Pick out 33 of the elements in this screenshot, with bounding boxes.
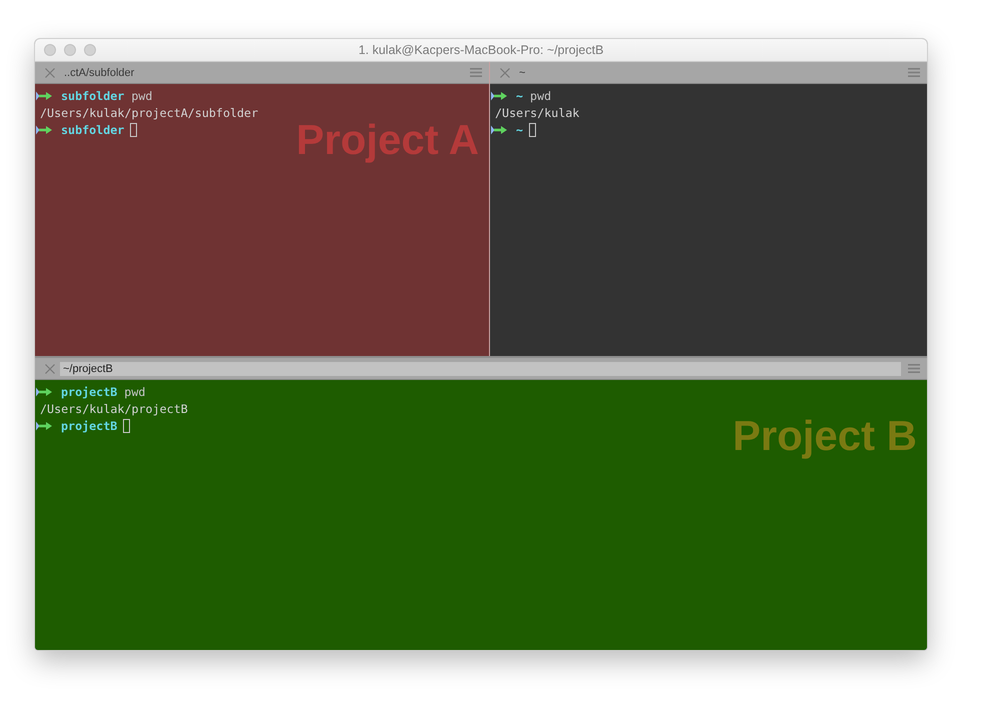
command-text: pwd bbox=[131, 88, 152, 102]
directory-name: projectB bbox=[61, 418, 118, 432]
pane-title-field[interactable]: ~/projectB bbox=[60, 362, 901, 376]
prompt-arrow-icon bbox=[36, 124, 53, 134]
directory-name: subfolder bbox=[61, 122, 124, 136]
directory-name: subfolder bbox=[61, 88, 124, 102]
zoom-button[interactable] bbox=[84, 44, 96, 56]
directory-name: ~ bbox=[516, 88, 524, 102]
menu-icon[interactable] bbox=[908, 364, 920, 373]
prompt-arrow-icon bbox=[491, 90, 508, 100]
directory-name: ~ bbox=[516, 122, 524, 136]
pane-title: ..ctA/subfolder bbox=[64, 66, 134, 78]
command-text: pwd bbox=[124, 384, 146, 398]
menu-icon[interactable] bbox=[470, 68, 482, 77]
project-label: Project A bbox=[296, 117, 479, 164]
close-icon[interactable] bbox=[500, 68, 510, 78]
window-title: 1. kulak@Kacpers-MacBook-Pro: ~/projectB bbox=[358, 43, 604, 57]
close-icon[interactable] bbox=[45, 68, 55, 78]
prompt-arrow-icon bbox=[491, 124, 508, 134]
minimize-button[interactable] bbox=[64, 44, 76, 56]
menu-icon[interactable] bbox=[908, 68, 920, 77]
directory-name: projectB bbox=[61, 384, 118, 398]
output-text: /Users/kulak/projectB bbox=[39, 402, 188, 416]
close-icon[interactable] bbox=[45, 364, 55, 374]
pane-title: ~ bbox=[519, 66, 526, 78]
prompt-arrow-icon bbox=[36, 386, 53, 396]
command-text: pwd bbox=[530, 88, 552, 102]
prompt-arrow-icon bbox=[36, 90, 53, 100]
output-text: /Users/kulak/projectA/subfolder bbox=[39, 106, 258, 120]
prompt-arrow-icon bbox=[36, 420, 53, 430]
output-text: /Users/kulak bbox=[494, 106, 580, 120]
close-button[interactable] bbox=[44, 44, 56, 56]
project-label: Project B bbox=[732, 413, 917, 460]
